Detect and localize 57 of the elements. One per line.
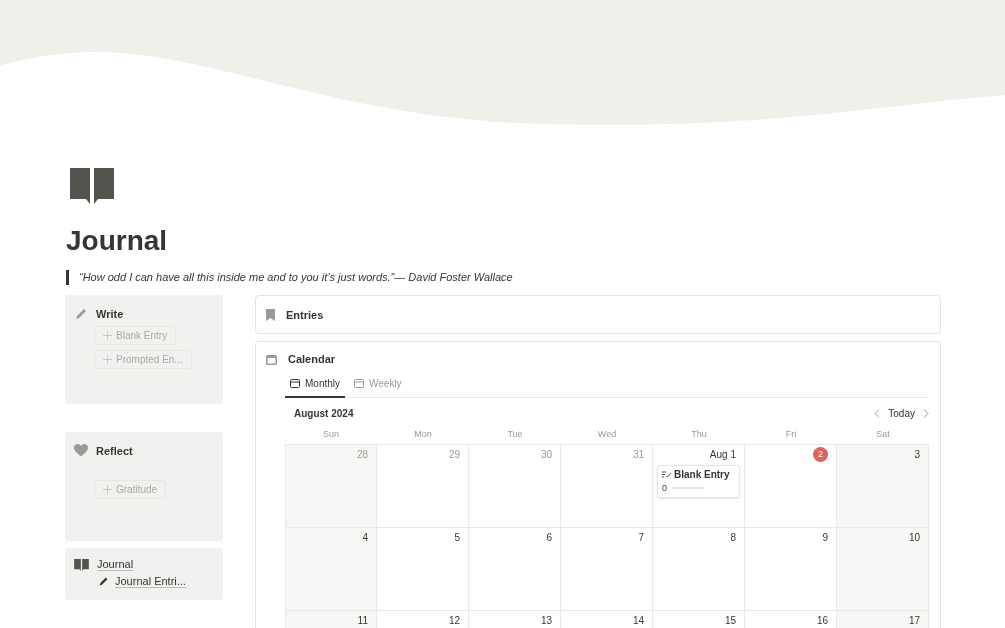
quote: “How odd I can have all this inside me and to you it’s just words.”— David Foster Wallace (66, 270, 513, 285)
weekday-label: Sun (322, 428, 340, 441)
day-number: 15 (724, 615, 736, 627)
day-number: 4 (362, 532, 368, 544)
list-check-icon (662, 471, 671, 478)
weekday-label: Tue (506, 428, 524, 441)
chevron-right-icon[interactable] (923, 409, 929, 418)
today-badge: 2 (813, 447, 828, 462)
plus-icon (103, 355, 112, 364)
progress-count: 0 (662, 483, 667, 493)
day-number: 30 (540, 449, 552, 461)
chevron-left-icon[interactable] (874, 409, 881, 418)
day-number: 17 (908, 615, 920, 627)
plus-icon (103, 485, 112, 494)
event-card[interactable]: Blank Entry 0 (657, 465, 740, 498)
view-tab[interactable]: Monthly (285, 374, 345, 398)
book-icon (70, 168, 114, 204)
day-number: 5 (454, 532, 460, 544)
calendar-icon (290, 379, 300, 388)
day-number: 14 (632, 615, 644, 627)
plus-icon (103, 331, 112, 340)
day-number: 29 (448, 449, 460, 461)
day-number: 10 (908, 532, 920, 544)
event-title: Blank Entry (674, 469, 730, 480)
card-title: Reflect (96, 444, 133, 457)
day-number: 6 (546, 532, 552, 544)
day-number: 13 (540, 615, 552, 627)
day-number: 28 (356, 449, 368, 461)
weekday-label: Wed (596, 428, 618, 441)
pencil-icon (98, 576, 109, 587)
panel-title: Calendar (288, 353, 336, 365)
day-number: Aug 1 (709, 449, 736, 461)
panel-title: Entries (286, 308, 324, 321)
calendar-icon (266, 353, 277, 365)
page-title: Journal (66, 225, 169, 257)
day-number: 9 (822, 532, 828, 544)
weekday-label: Sat (875, 428, 891, 441)
day-number: 8 (730, 532, 736, 544)
page-link[interactable]: Journal (97, 558, 134, 571)
weekday-label: Mon (413, 428, 433, 441)
day-number: 7 (638, 532, 644, 544)
weekday-label: Thu (690, 428, 708, 441)
page-link[interactable]: Journal Entri... (115, 575, 186, 588)
day-number: 16 (816, 615, 828, 627)
pencil-icon (74, 307, 88, 321)
day-number: 31 (632, 449, 644, 461)
heart-icon (74, 444, 88, 457)
weekday-label: Fri (784, 428, 798, 441)
day-number: 12 (448, 615, 460, 627)
day-number: 3 (914, 449, 920, 461)
today-button[interactable]: Today (886, 406, 917, 421)
calendar-icon (354, 379, 364, 388)
bookmark-icon (266, 308, 275, 321)
card-title: Write (96, 308, 124, 320)
day-number: 11 (357, 615, 368, 627)
month-label: August 2024 (293, 408, 354, 419)
book-icon (74, 558, 89, 571)
